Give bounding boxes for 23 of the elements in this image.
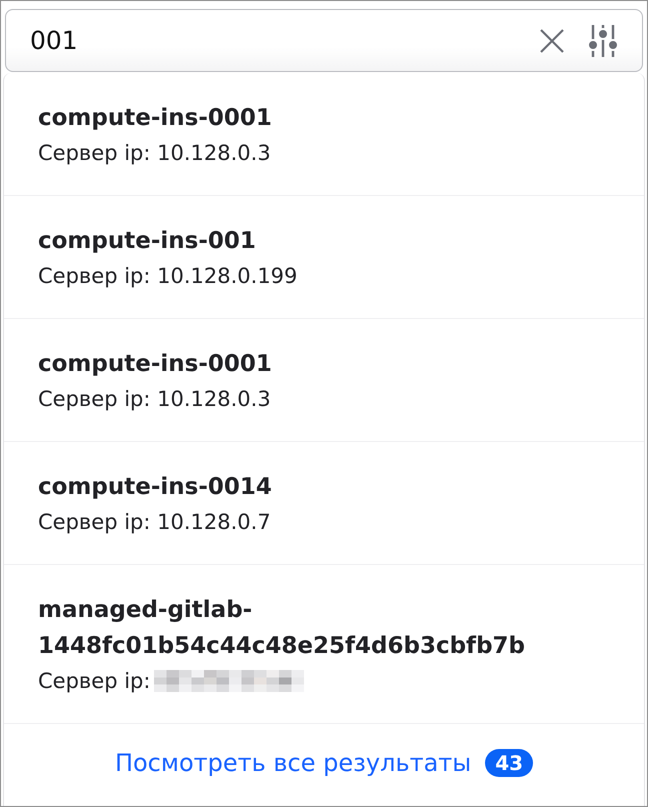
server-ip-text: Сервер ip: bbox=[38, 668, 150, 695]
result-item[interactable]: compute-ins-0001 Сервер ip: 10.128.0.3 bbox=[4, 73, 644, 196]
clear-button[interactable] bbox=[540, 28, 564, 52]
result-title: compute-ins-0001 bbox=[38, 104, 273, 133]
search-value: 001 bbox=[30, 26, 79, 55]
result-item[interactable]: compute-ins-0001 Сервер ip: 10.128.0.3 bbox=[4, 319, 644, 442]
result-item[interactable]: managed-gitlab-1448fc01b54c44c48e25f4d6b3cbfb7b Сервер ip: bbox=[4, 565, 644, 724]
close-icon bbox=[540, 28, 564, 52]
result-title: compute-ins-0001 bbox=[38, 350, 273, 379]
server-ip-text: Сервер ip: 10.128.0.7 bbox=[38, 509, 271, 536]
search-field[interactable]: 001 bbox=[5, 9, 643, 72]
result-title: compute-ins-001 bbox=[38, 227, 257, 256]
result-item[interactable]: compute-ins-0014 Сервер ip: 10.128.0.7 bbox=[4, 442, 644, 565]
result-title: compute-ins-0014 bbox=[38, 473, 273, 502]
view-all-results-link[interactable]: Посмотреть все результаты bbox=[114, 749, 472, 777]
result-item[interactable]: compute-ins-001 Сервер ip: 10.128.0.199 bbox=[4, 196, 644, 319]
server-ip-text: Сервер ip: 10.128.0.3 bbox=[38, 140, 271, 167]
server-ip-text: Сервер ip: 10.128.0.3 bbox=[38, 386, 271, 413]
result-count-badge: 43 bbox=[485, 749, 534, 777]
filter-button[interactable] bbox=[588, 24, 618, 58]
sliders-icon bbox=[588, 24, 618, 58]
server-ip-text: Сервер ip: 10.128.0.199 bbox=[38, 263, 298, 290]
result-title: managed-gitlab-1448fc01b54c44c48e25f4d6b3cbfb7b bbox=[38, 596, 526, 661]
